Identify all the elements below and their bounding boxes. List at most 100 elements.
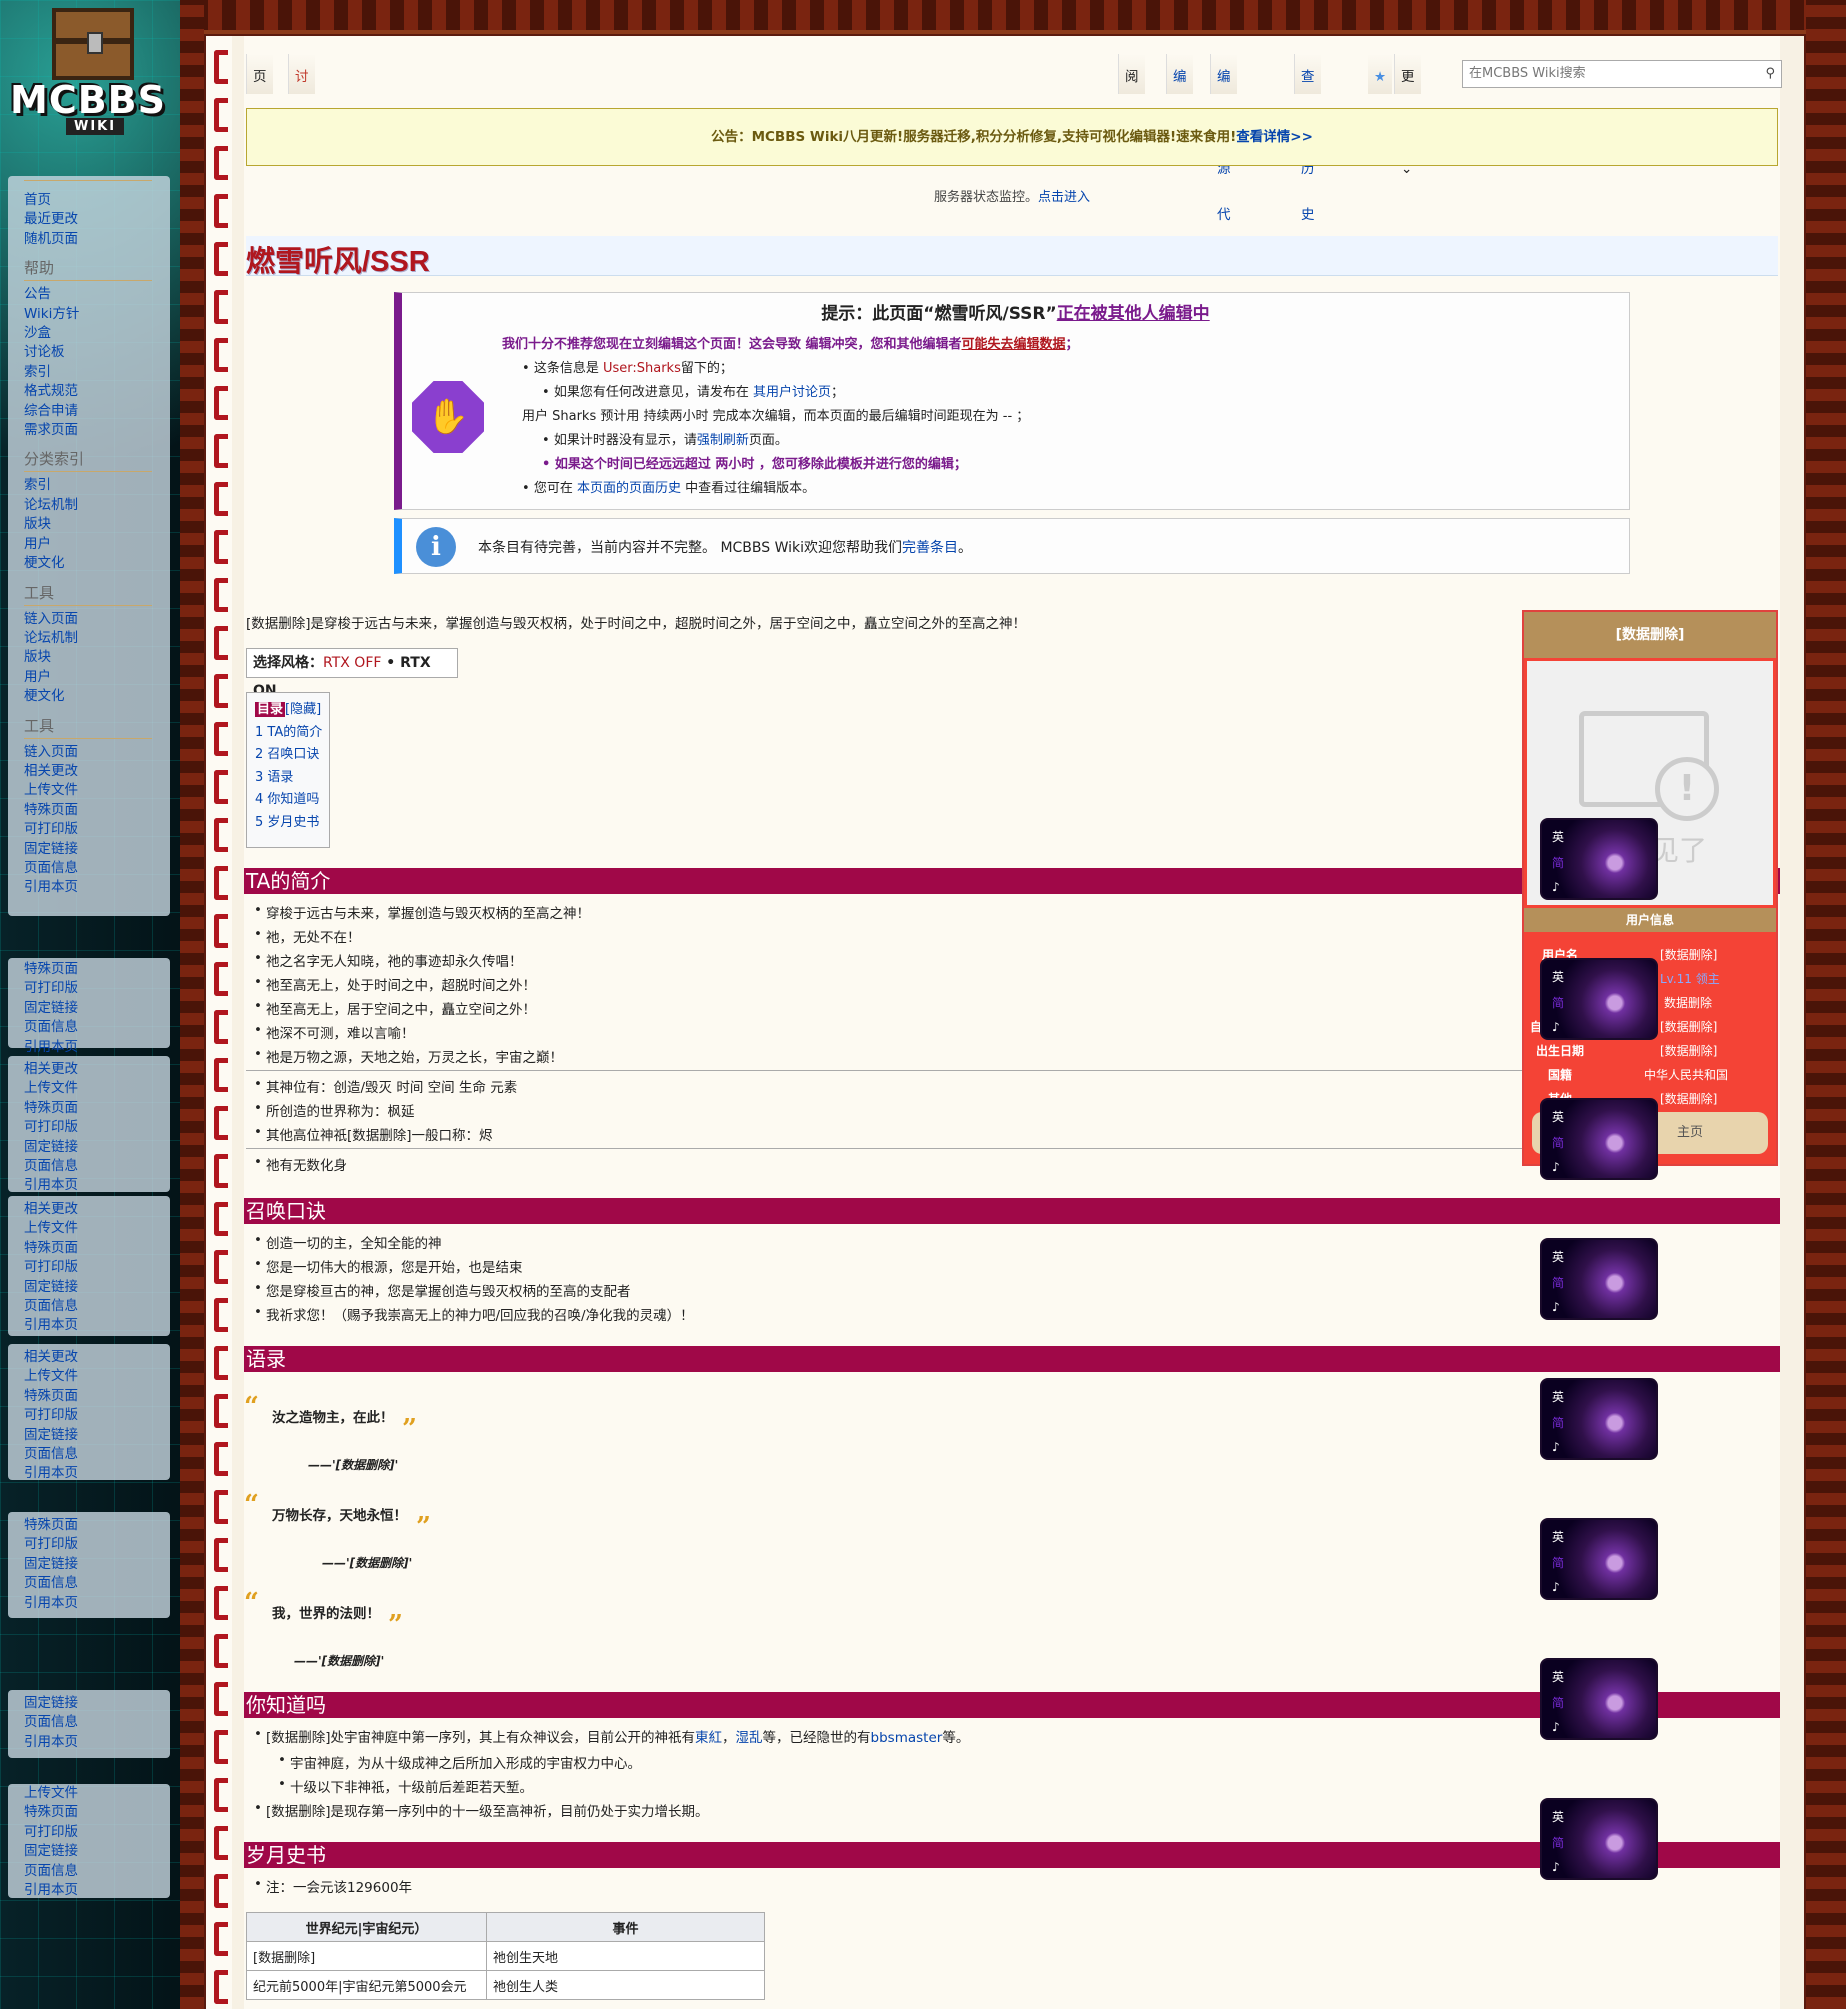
sidebar-link[interactable]: 可打印版 — [24, 1406, 170, 1425]
toc-item[interactable]: 4 你知道吗 — [255, 789, 329, 812]
sidebar-link[interactable]: 用户 — [24, 535, 170, 554]
sidebar-link[interactable]: 可打印版 — [24, 1258, 170, 1277]
sidebar-link[interactable]: 相关更改 — [24, 1060, 170, 1079]
sidebar-link[interactable]: 页面信息 — [24, 1297, 170, 1316]
music-player-widget[interactable]: 英简 ♪ — [1540, 1518, 1658, 1600]
tab-history[interactable]: 查看历史 — [1294, 54, 1321, 223]
sidebar-link[interactable]: 可打印版 — [24, 820, 170, 839]
music-player-widget[interactable]: 英简 ♪ — [1540, 1238, 1658, 1320]
sidebar-link[interactable]: 固定链接 — [24, 840, 170, 859]
rtx-off-link[interactable]: RTX OFF — [323, 655, 381, 671]
sidebar-link[interactable]: 特殊页面 — [24, 1099, 170, 1118]
sidebar-link[interactable]: 论坛机制 — [24, 629, 170, 648]
sidebar-link[interactable]: 页面信息 — [24, 1445, 170, 1464]
sidebar-link[interactable]: 固定链接 — [24, 1842, 170, 1861]
sidebar-link[interactable]: 特殊页面 — [24, 1387, 170, 1406]
watch-star-icon[interactable]: ★ — [1368, 54, 1393, 94]
purge-link[interactable]: 强制刷新 — [697, 433, 749, 448]
sidebar-link[interactable]: 随机页面 — [24, 230, 170, 249]
tab-edit-source[interactable]: 编辑源代码 — [1210, 54, 1237, 269]
sidebar-link[interactable]: 页面信息 — [24, 1713, 170, 1732]
toc-toggle[interactable]: [隐藏] — [285, 702, 321, 717]
sidebar-link[interactable]: Wiki方针 — [24, 305, 170, 324]
sidebar-link[interactable]: 需求页面 — [24, 421, 170, 440]
sidebar-link[interactable]: 最近更改 — [24, 210, 170, 229]
status-link[interactable]: 点击进入 — [1038, 190, 1090, 205]
sidebar-link[interactable]: 页面信息 — [24, 1157, 170, 1176]
user-link[interactable]: User:Sharks — [603, 361, 681, 376]
sidebar-link[interactable]: 固定链接 — [24, 1278, 170, 1297]
user-talk-link[interactable]: 其用户讨论页 — [753, 385, 831, 400]
music-player-widget[interactable]: 英简 ♪ — [1540, 1378, 1658, 1460]
god-link[interactable]: 湿乱 — [736, 1730, 763, 1746]
sidebar-link[interactable]: 特殊页面 — [24, 801, 170, 820]
sidebar-link[interactable]: 版块 — [24, 515, 170, 534]
sidebar-link[interactable]: 相关更改 — [24, 762, 170, 781]
sidebar-link[interactable]: 链入页面 — [24, 743, 170, 762]
sidebar-link[interactable]: 上传文件 — [24, 1367, 170, 1386]
tab-talk[interactable]: 讨论 — [288, 54, 315, 131]
toc-item[interactable]: 2 召唤口诀 — [255, 744, 329, 767]
toc-item[interactable]: 5 岁月史书 — [255, 812, 329, 835]
sidebar-link[interactable]: 上传文件 — [24, 781, 170, 800]
tab-read[interactable]: 阅读 — [1118, 54, 1145, 131]
sidebar-link[interactable]: 可打印版 — [24, 1535, 170, 1554]
sidebar-link[interactable]: 特殊页面 — [24, 1516, 170, 1535]
toc-item[interactable]: 3 语录 — [255, 767, 329, 790]
sidebar-link[interactable]: 特殊页面 — [24, 1239, 170, 1258]
sidebar-link[interactable]: 特殊页面 — [24, 1803, 170, 1822]
notice-link[interactable]: 查看详情>> — [1236, 129, 1313, 145]
sidebar-link[interactable]: 引用本页 — [24, 1464, 170, 1483]
sidebar-link[interactable]: 页面信息 — [24, 859, 170, 878]
sidebar-link[interactable]: 页面信息 — [24, 1018, 170, 1037]
sidebar-link[interactable]: 固定链接 — [24, 1694, 170, 1713]
sidebar-link[interactable]: 引用本页 — [24, 1881, 170, 1900]
sidebar-link[interactable]: 讨论板 — [24, 343, 170, 362]
sidebar-link[interactable]: 引用本页 — [24, 1733, 170, 1752]
sidebar-link[interactable]: 用户 — [24, 668, 170, 687]
sidebar-link[interactable]: 可打印版 — [24, 1118, 170, 1137]
tab-page[interactable]: 页面 — [246, 54, 273, 131]
sidebar-link[interactable]: 可打印版 — [24, 1823, 170, 1842]
music-player-widget[interactable]: 英简 ♪ — [1540, 1798, 1658, 1880]
sidebar-link[interactable]: 可打印版 — [24, 979, 170, 998]
sidebar-link[interactable]: 沙盒 — [24, 324, 170, 343]
god-link[interactable]: bbsmaster — [871, 1730, 943, 1746]
sidebar-link[interactable]: 相关更改 — [24, 1200, 170, 1219]
sidebar-link[interactable]: 上传文件 — [24, 1784, 170, 1803]
sidebar-link[interactable]: 固定链接 — [24, 999, 170, 1018]
tab-edit[interactable]: 编辑 — [1166, 54, 1193, 131]
sidebar-link[interactable]: 特殊页面 — [24, 960, 170, 979]
notice-line-link[interactable]: 可能失去编辑数据 — [962, 337, 1066, 352]
sidebar-link[interactable]: 固定链接 — [24, 1138, 170, 1157]
toc-item[interactable]: 1 TA的简介 — [255, 722, 329, 745]
infobox-value[interactable]: Lv.11 领主 — [1660, 970, 1720, 987]
sidebar-link[interactable]: 综合申请 — [24, 402, 170, 421]
sidebar-link[interactable]: 页面信息 — [24, 1862, 170, 1881]
sidebar-link[interactable]: 相关更改 — [24, 1348, 170, 1367]
site-logo[interactable]: MCBBS WIKI — [10, 8, 170, 143]
improve-link[interactable]: 完善条目 — [902, 540, 958, 556]
music-player-widget[interactable]: 英简 ♪ — [1540, 1658, 1658, 1740]
sidebar-link[interactable]: 固定链接 — [24, 1426, 170, 1445]
sidebar-link[interactable]: 引用本页 — [24, 1038, 170, 1057]
sidebar-link[interactable]: 梗文化 — [24, 687, 170, 706]
sidebar-link[interactable]: 引用本页 — [24, 1176, 170, 1195]
music-player-widget[interactable]: 英简 ♪ — [1540, 958, 1658, 1040]
sidebar-link[interactable]: 引用本页 — [24, 878, 170, 897]
music-player-widget[interactable]: 英简 ♪ — [1540, 1098, 1658, 1180]
music-player-widget[interactable]: 英简 ♪ — [1540, 818, 1658, 900]
sidebar-link[interactable]: 链入页面 — [24, 610, 170, 629]
sidebar-link[interactable]: 页面信息 — [24, 1574, 170, 1593]
sidebar-link[interactable]: 索引 — [24, 363, 170, 382]
sidebar-link[interactable]: 公告 — [24, 285, 170, 304]
search-input[interactable]: 在MCBBS Wiki搜索 ⚲ — [1462, 60, 1782, 88]
sidebar-link[interactable]: 引用本页 — [24, 1594, 170, 1613]
tab-more[interactable]: 更多 ⌄ — [1394, 54, 1421, 177]
sidebar-link[interactable]: 版块 — [24, 648, 170, 667]
sidebar-link[interactable]: 梗文化 — [24, 554, 170, 573]
search-icon[interactable]: ⚲ — [1765, 61, 1775, 87]
sidebar-link[interactable]: 论坛机制 — [24, 496, 170, 515]
sidebar-link[interactable]: 索引 — [24, 476, 170, 495]
sidebar-link[interactable]: 上传文件 — [24, 1219, 170, 1238]
